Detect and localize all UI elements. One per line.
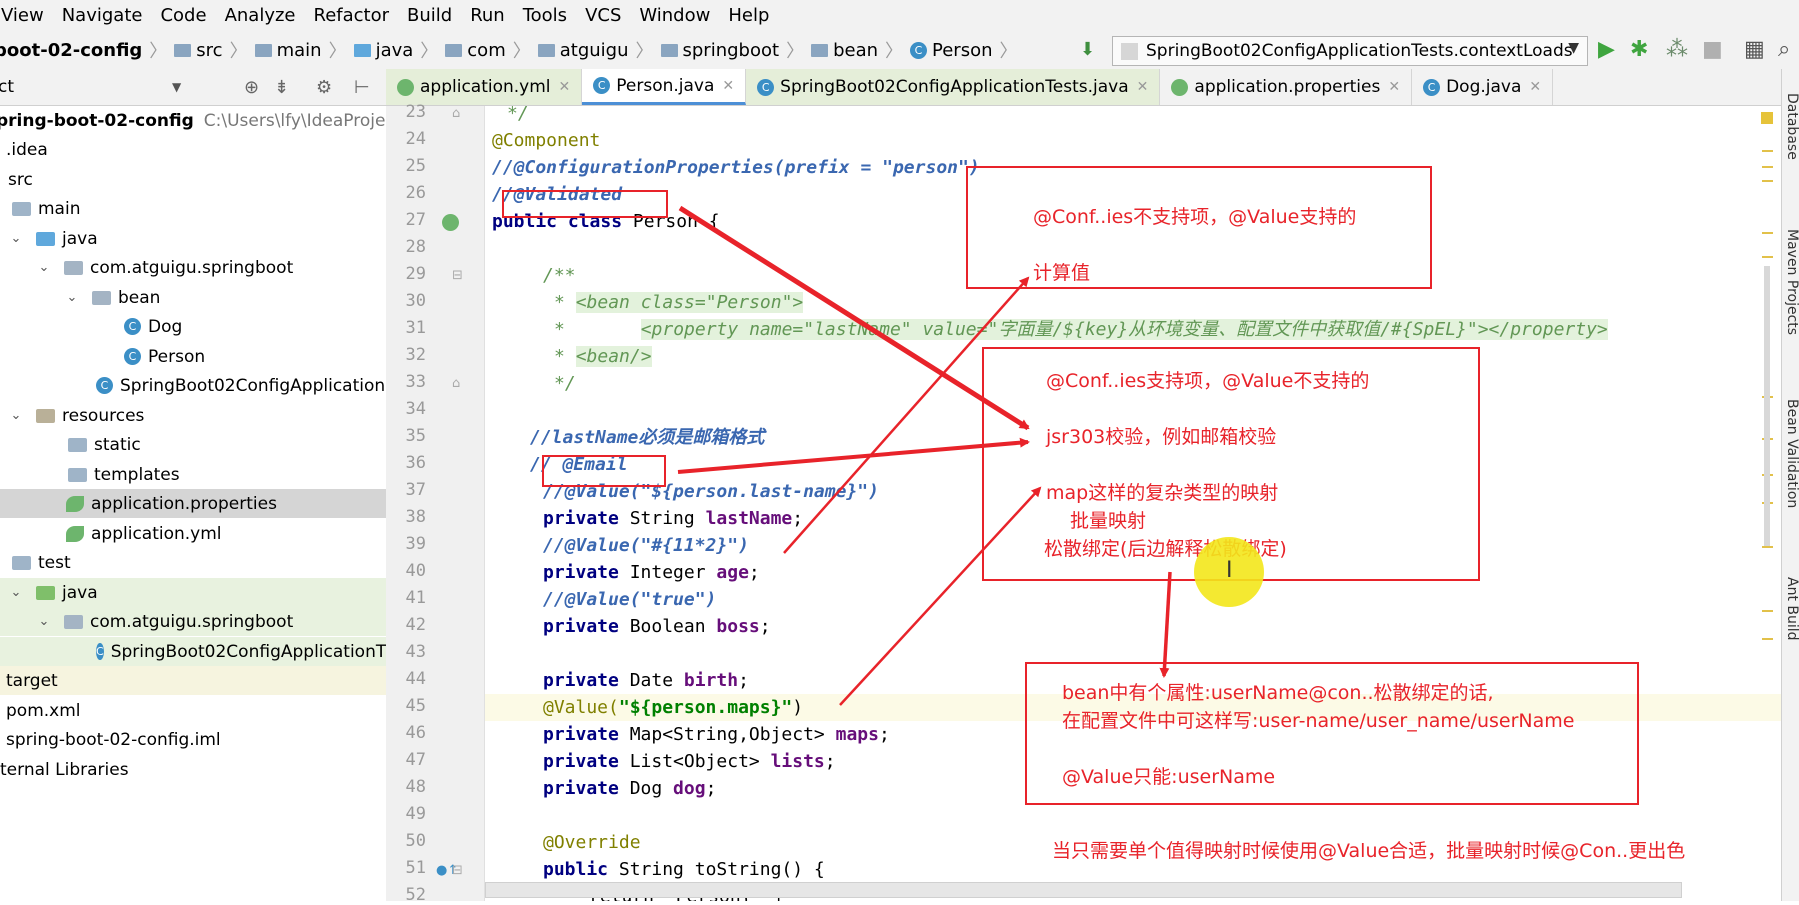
annotation-note: bean中有个属性:userName@con..松散绑定的话, xyxy=(1062,682,1494,704)
annotation-note: 计算值 xyxy=(1033,262,1091,284)
annotation-note: @Value只能:userName xyxy=(1062,766,1276,788)
annotation-note: 当只需要单个值得映射时候使用@Value合适，批量映射时候@Con..更出色 xyxy=(1052,840,1686,862)
annotation-note: 批量映射 xyxy=(1070,510,1147,532)
arrow-loose-binding-down xyxy=(1159,571,1172,678)
arrow-email-to-jsr303 xyxy=(677,437,1030,474)
annotation-note: @Conf..ies不支持项，@Value支持的 xyxy=(1033,206,1357,228)
annotation-note: map这样的复杂类型的映射 xyxy=(1046,482,1279,504)
highlight-email xyxy=(542,455,666,487)
annotation-note: @Conf..ies支持项，@Value不支持的 xyxy=(1046,370,1370,392)
text-cursor-icon: I xyxy=(1226,558,1233,583)
annotation-note: 在配置文件中可这样写:user-name/user_name/userName xyxy=(1062,710,1575,732)
highlight-validated xyxy=(502,190,668,218)
annotation-note: jsr303校验，例如邮箱校验 xyxy=(1046,426,1277,448)
